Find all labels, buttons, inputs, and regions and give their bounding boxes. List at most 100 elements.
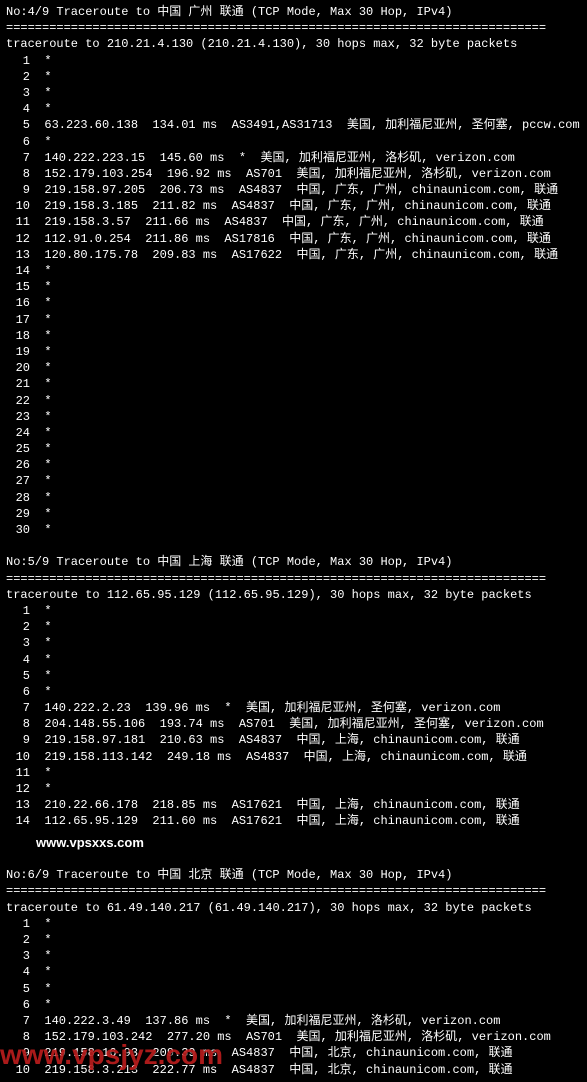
hop-row: 12 112.91.0.254 211.86 ms AS17816 中国, 广东… <box>6 231 581 247</box>
hop-row: 11 * <box>6 765 581 781</box>
hop-number: 8 <box>6 166 30 182</box>
hop-row: 7 140.222.3.49 137.86 ms * 美国, 加利福尼亚州, 洛… <box>6 1013 581 1029</box>
hop-row: 1 * <box>6 53 581 69</box>
hop-number: 14 <box>6 263 30 279</box>
hop-row: 5 * <box>6 981 581 997</box>
hop-row: 16 * <box>6 295 581 311</box>
hop-detail: 120.80.175.78 209.83 ms AS17622 中国, 广东, … <box>30 248 558 262</box>
hop-row: 17 * <box>6 312 581 328</box>
trace-header: No:6/9 Traceroute to 中国 北京 联通 (TCP Mode,… <box>6 867 581 883</box>
hop-number: 4 <box>6 652 30 668</box>
hop-row: 6 * <box>6 684 581 700</box>
hop-detail: 219.158.3.213 222.77 ms AS4837 中国, 北京, c… <box>30 1063 512 1077</box>
trace-header: No:4/9 Traceroute to 中国 广州 联通 (TCP Mode,… <box>6 4 581 20</box>
hop-row: 1 * <box>6 916 581 932</box>
rule-line: ========================================… <box>6 20 581 36</box>
hop-row: 4 * <box>6 101 581 117</box>
hop-detail: * <box>30 135 52 149</box>
hop-detail: * <box>30 604 52 618</box>
hop-row: 13 210.22.66.178 218.85 ms AS17621 中国, 上… <box>6 797 581 813</box>
hop-number: 28 <box>6 490 30 506</box>
hop-row: 4 * <box>6 964 581 980</box>
hop-number: 7 <box>6 1013 30 1029</box>
hop-number: 4 <box>6 964 30 980</box>
hop-number: 26 <box>6 457 30 473</box>
hop-row: 18 * <box>6 328 581 344</box>
hop-row: 27 * <box>6 473 581 489</box>
hop-row: 14 112.65.95.129 211.60 ms AS17621 中国, 上… <box>6 813 581 829</box>
hop-number: 15 <box>6 279 30 295</box>
hop-number: 13 <box>6 797 30 813</box>
hop-row: 29 * <box>6 506 581 522</box>
hop-number: 4 <box>6 101 30 117</box>
watermark-small: www.vpsxxs.com <box>6 830 581 852</box>
hop-row: 6 * <box>6 134 581 150</box>
hop-row: 26 * <box>6 457 581 473</box>
hop-detail: * <box>30 264 52 278</box>
hop-detail: * <box>30 458 52 472</box>
hop-detail: 219.158.16.93 209.39 ms AS4837 中国, 北京, c… <box>30 1046 512 1060</box>
hop-row: 25 * <box>6 441 581 457</box>
hop-number: 27 <box>6 473 30 489</box>
hop-detail: * <box>30 685 52 699</box>
hop-number: 30 <box>6 522 30 538</box>
rule-line: ========================================… <box>6 883 581 899</box>
hop-detail: * <box>30 377 52 391</box>
hop-number: 7 <box>6 150 30 166</box>
hop-detail: * <box>30 102 52 116</box>
hop-number: 12 <box>6 231 30 247</box>
hop-number: 8 <box>6 716 30 732</box>
hop-number: 24 <box>6 425 30 441</box>
hop-number: 6 <box>6 134 30 150</box>
hop-number: 16 <box>6 295 30 311</box>
trace-subheader: traceroute to 112.65.95.129 (112.65.95.1… <box>6 587 581 603</box>
hop-detail: * <box>30 782 52 796</box>
hop-number: 3 <box>6 948 30 964</box>
hop-detail: * <box>30 410 52 424</box>
hop-row: 7 140.222.2.23 139.96 ms * 美国, 加利福尼亚州, 圣… <box>6 700 581 716</box>
hop-row: 8 152.179.103.242 277.20 ms AS701 美国, 加利… <box>6 1029 581 1045</box>
hop-detail: * <box>30 442 52 456</box>
hop-number: 23 <box>6 409 30 425</box>
hop-row: 13 120.80.175.78 209.83 ms AS17622 中国, 广… <box>6 247 581 263</box>
hop-number: 8 <box>6 1029 30 1045</box>
hop-number: 9 <box>6 182 30 198</box>
hop-row: 15 * <box>6 279 581 295</box>
hop-row: 19 * <box>6 344 581 360</box>
hop-detail: 219.158.97.181 210.63 ms AS4837 中国, 上海, … <box>30 733 520 747</box>
hop-number: 11 <box>6 214 30 230</box>
hop-detail: * <box>30 474 52 488</box>
hop-detail: * <box>30 523 52 537</box>
hop-detail: * <box>30 653 52 667</box>
hop-number: 22 <box>6 393 30 409</box>
hop-row: 14 * <box>6 263 581 279</box>
hop-detail: * <box>30 636 52 650</box>
hop-detail: 219.158.97.205 206.73 ms AS4837 中国, 广东, … <box>30 183 558 197</box>
hop-row: 10 219.158.3.185 211.82 ms AS4837 中国, 广东… <box>6 198 581 214</box>
hop-row: 4 * <box>6 652 581 668</box>
hop-detail: * <box>30 933 52 947</box>
hop-row: 10 219.158.3.213 222.77 ms AS4837 中国, 北京… <box>6 1062 581 1078</box>
hop-number: 5 <box>6 117 30 133</box>
hop-detail: 152.179.103.254 196.92 ms AS701 美国, 加利福尼… <box>30 167 551 181</box>
hop-detail: * <box>30 620 52 634</box>
hop-detail: * <box>30 917 52 931</box>
hop-number: 1 <box>6 603 30 619</box>
hop-row: 28 * <box>6 490 581 506</box>
hop-number: 10 <box>6 198 30 214</box>
hop-number: 20 <box>6 360 30 376</box>
hop-row: 9 219.158.97.205 206.73 ms AS4837 中国, 广东… <box>6 182 581 198</box>
rule-line: ========================================… <box>6 571 581 587</box>
hop-detail: 219.158.113.142 249.18 ms AS4837 中国, 上海,… <box>30 750 527 764</box>
hop-row: 9 219.158.16.93 209.39 ms AS4837 中国, 北京,… <box>6 1045 581 1061</box>
hop-row: 20 * <box>6 360 581 376</box>
hop-number: 25 <box>6 441 30 457</box>
hop-row: 11 219.158.3.57 211.66 ms AS4837 中国, 广东,… <box>6 214 581 230</box>
hop-detail: 219.158.3.185 211.82 ms AS4837 中国, 广东, 广… <box>30 199 551 213</box>
hop-number: 9 <box>6 1045 30 1061</box>
terminal-output: No:4/9 Traceroute to 中国 广州 联通 (TCP Mode,… <box>0 0 587 1082</box>
hop-number: 7 <box>6 700 30 716</box>
hop-detail: * <box>30 86 52 100</box>
hop-number: 18 <box>6 328 30 344</box>
hop-detail: * <box>30 280 52 294</box>
